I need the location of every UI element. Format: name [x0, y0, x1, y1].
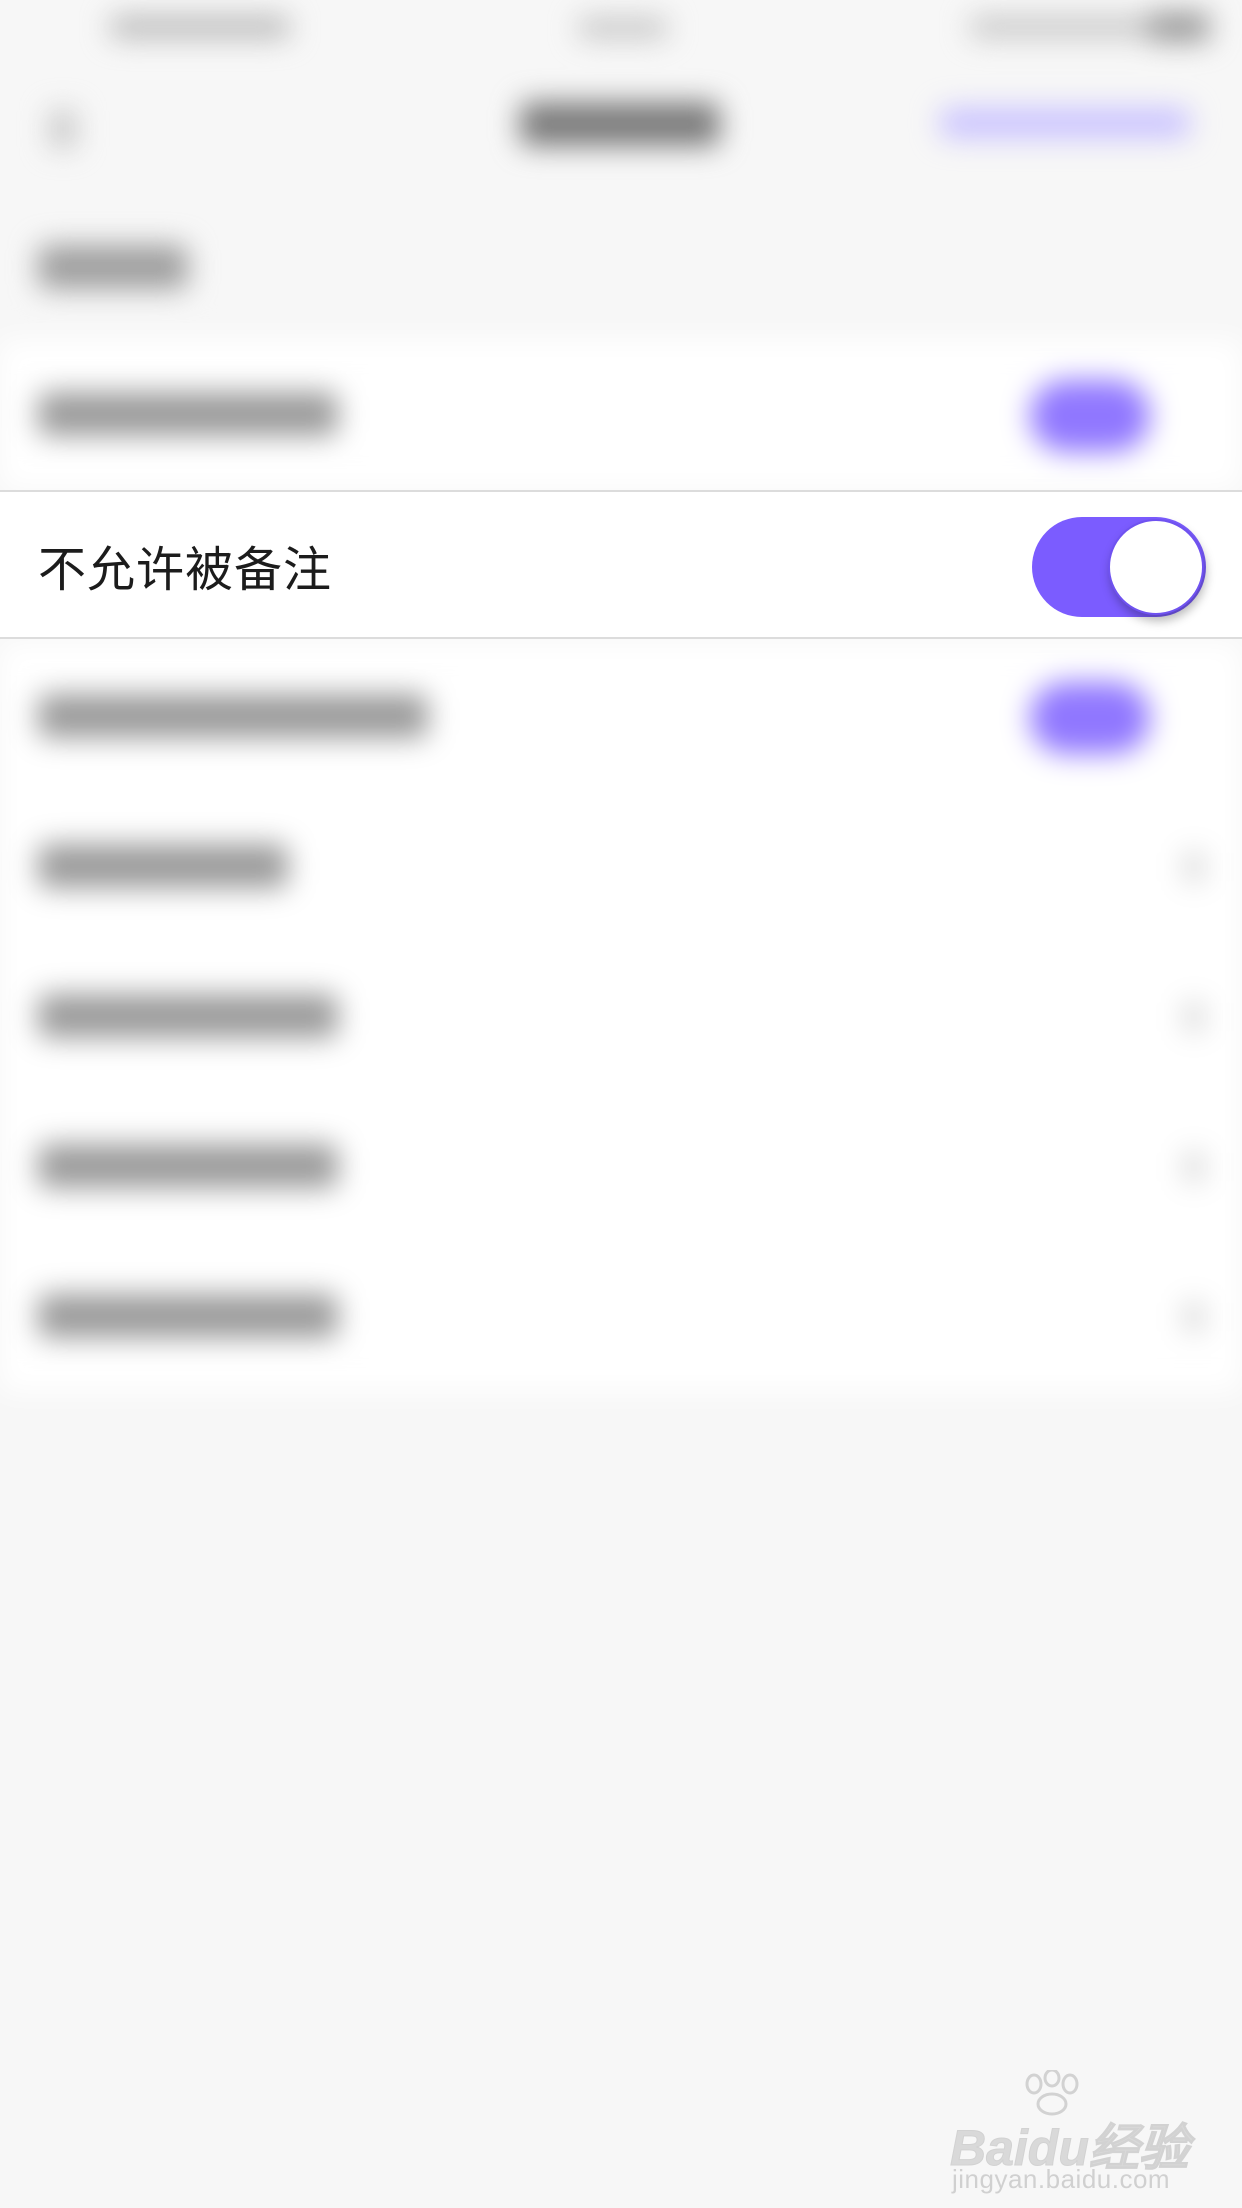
- toggle-knob: [1108, 519, 1204, 615]
- settings-row-blurred[interactable]: [0, 642, 1242, 792]
- disallow-remarks-toggle[interactable]: [1032, 517, 1206, 617]
- battery-icon: [1148, 12, 1210, 42]
- navigation-bar: [0, 60, 1242, 190]
- setting-label: 不允许被备注: [38, 541, 333, 598]
- settings-row-blurred[interactable]: [0, 1092, 1242, 1242]
- settings-row-blurred[interactable]: [0, 942, 1242, 1092]
- row-label-blurred: [38, 1144, 338, 1188]
- watermark-brand: Baidu经验: [950, 2120, 1190, 2177]
- baidu-jingyan-watermark: Baidu经验 jingyan.baidu.com: [950, 2070, 1210, 2194]
- toggle-switch-blurred[interactable]: [1030, 682, 1150, 754]
- row-label-blurred: [38, 994, 338, 1038]
- toggle-switch-blurred[interactable]: [1030, 380, 1150, 452]
- settings-row-blurred[interactable]: [0, 340, 1242, 490]
- row-label-blurred: [38, 392, 338, 436]
- settings-row-blurred[interactable]: [0, 792, 1242, 942]
- settings-row-blurred[interactable]: [0, 1242, 1242, 1392]
- status-indicators-blurred: [970, 16, 1170, 38]
- chevron-right-icon: [1185, 1152, 1203, 1182]
- nav-action-blurred[interactable]: [940, 108, 1190, 138]
- row-label-blurred: [38, 1294, 338, 1338]
- status-carrier-blurred: [110, 16, 290, 38]
- blurred-background: [0, 0, 1242, 1400]
- chevron-right-icon: [1185, 852, 1203, 882]
- paw-icon: [1025, 2070, 1079, 2116]
- section-header-blurred: [38, 245, 188, 289]
- page-title-blurred: [520, 102, 720, 146]
- status-time-blurred: [578, 18, 668, 38]
- chevron-right-icon: [1185, 1302, 1203, 1332]
- watermark-url: jingyan.baidu.com: [952, 2164, 1171, 2194]
- setting-row-disallow-remarks[interactable]: 不允许被备注: [0, 490, 1242, 639]
- back-icon[interactable]: [50, 110, 76, 148]
- row-label-blurred: [38, 694, 428, 738]
- row-label-blurred: [38, 844, 288, 888]
- status-bar: [0, 0, 1242, 60]
- chevron-right-icon: [1185, 1002, 1203, 1032]
